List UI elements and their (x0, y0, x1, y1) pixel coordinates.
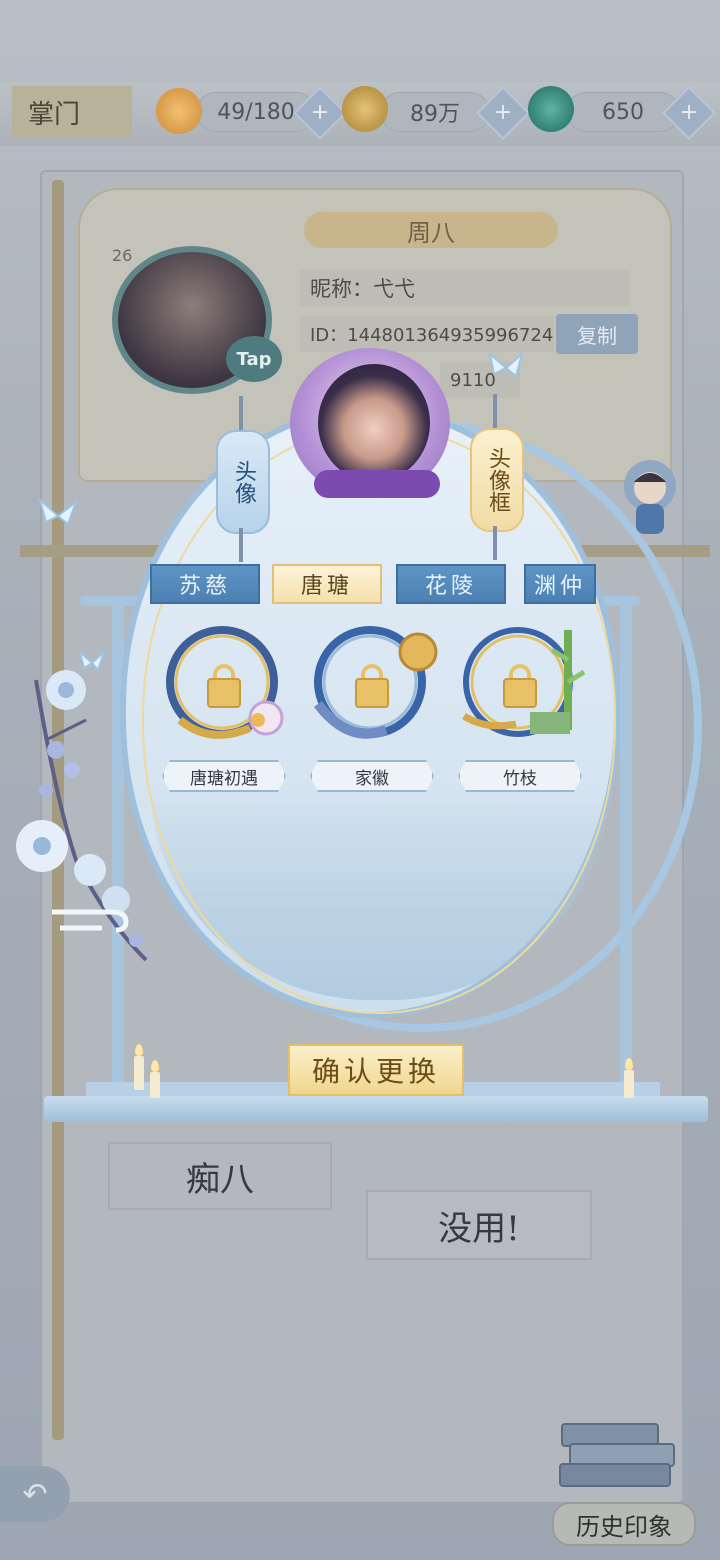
char-tab-3[interactable]: 渊仲 (524, 564, 596, 604)
frame-label-1: 家徽 (310, 760, 434, 792)
section-title: 掌门 (12, 86, 132, 138)
lock-icon (207, 678, 241, 708)
tag-tassel (239, 528, 243, 562)
jade-icon (528, 86, 574, 132)
cat-stamina-icon (156, 88, 202, 134)
frame-label-2: 竹枝 (458, 760, 582, 792)
frame-right-post (620, 604, 632, 1084)
jade-value: 650 (602, 99, 644, 125)
nickname-row: 昵称：弋弋 (300, 270, 630, 306)
history-book-icon[interactable] (556, 1420, 686, 1490)
tab-avatar[interactable]: 头像 (216, 430, 270, 534)
preview-avatar (318, 364, 430, 482)
tag-tassel (493, 526, 497, 560)
cloud-swirl-icon (42, 900, 142, 940)
coin-value: 89万 (410, 102, 460, 127)
confirm-change-button[interactable]: 确认更换 (288, 1044, 464, 1096)
history-impression-button[interactable]: 历史印象 (552, 1502, 696, 1546)
stamina-value: 49/180 (217, 99, 295, 125)
flame-icon (151, 1060, 159, 1072)
char-tab-0[interactable]: 苏慈 (150, 564, 260, 604)
frame-label-0: 唐瑭初遇 (162, 760, 286, 792)
quote-tag: 没用! (366, 1190, 592, 1260)
frame-base (44, 1096, 708, 1122)
chibi-character-icon (618, 456, 682, 540)
char-tab-2[interactable]: 花陵 (396, 564, 506, 604)
candle-icon (624, 1070, 634, 1098)
tab-avatar-frame[interactable]: 头像框 (470, 428, 524, 532)
tag-string (493, 394, 497, 428)
back-button[interactable]: ↶ (0, 1466, 70, 1522)
level-number: 26 (112, 246, 133, 265)
char-tab-1[interactable]: 唐瑭 (272, 564, 382, 604)
tag-string (239, 396, 243, 430)
candle-icon (150, 1072, 160, 1098)
lock-icon (503, 678, 537, 708)
coin-counter: 89万 (380, 92, 490, 132)
name-tag: 痴八 (108, 1142, 332, 1210)
butterfly-icon (36, 496, 80, 536)
flame-icon (135, 1044, 143, 1056)
tap-badge[interactable]: Tap (226, 336, 282, 382)
plus-icon: + (679, 100, 699, 125)
id-row: ID：144801364935996724 (300, 316, 554, 352)
plus-icon: + (493, 100, 513, 125)
preview-ribbon (314, 470, 440, 498)
candle-icon (134, 1056, 144, 1090)
copy-id-button[interactable]: 复制 (556, 314, 638, 354)
coin-icon (342, 86, 388, 132)
butterfly-icon (78, 648, 107, 676)
plus-icon: + (310, 100, 330, 125)
butterfly-icon (486, 350, 526, 386)
flame-icon (625, 1058, 633, 1070)
name-banner: 周八 (304, 212, 558, 248)
lock-icon (355, 678, 389, 708)
back-arrow-icon: ↶ (22, 1476, 48, 1512)
